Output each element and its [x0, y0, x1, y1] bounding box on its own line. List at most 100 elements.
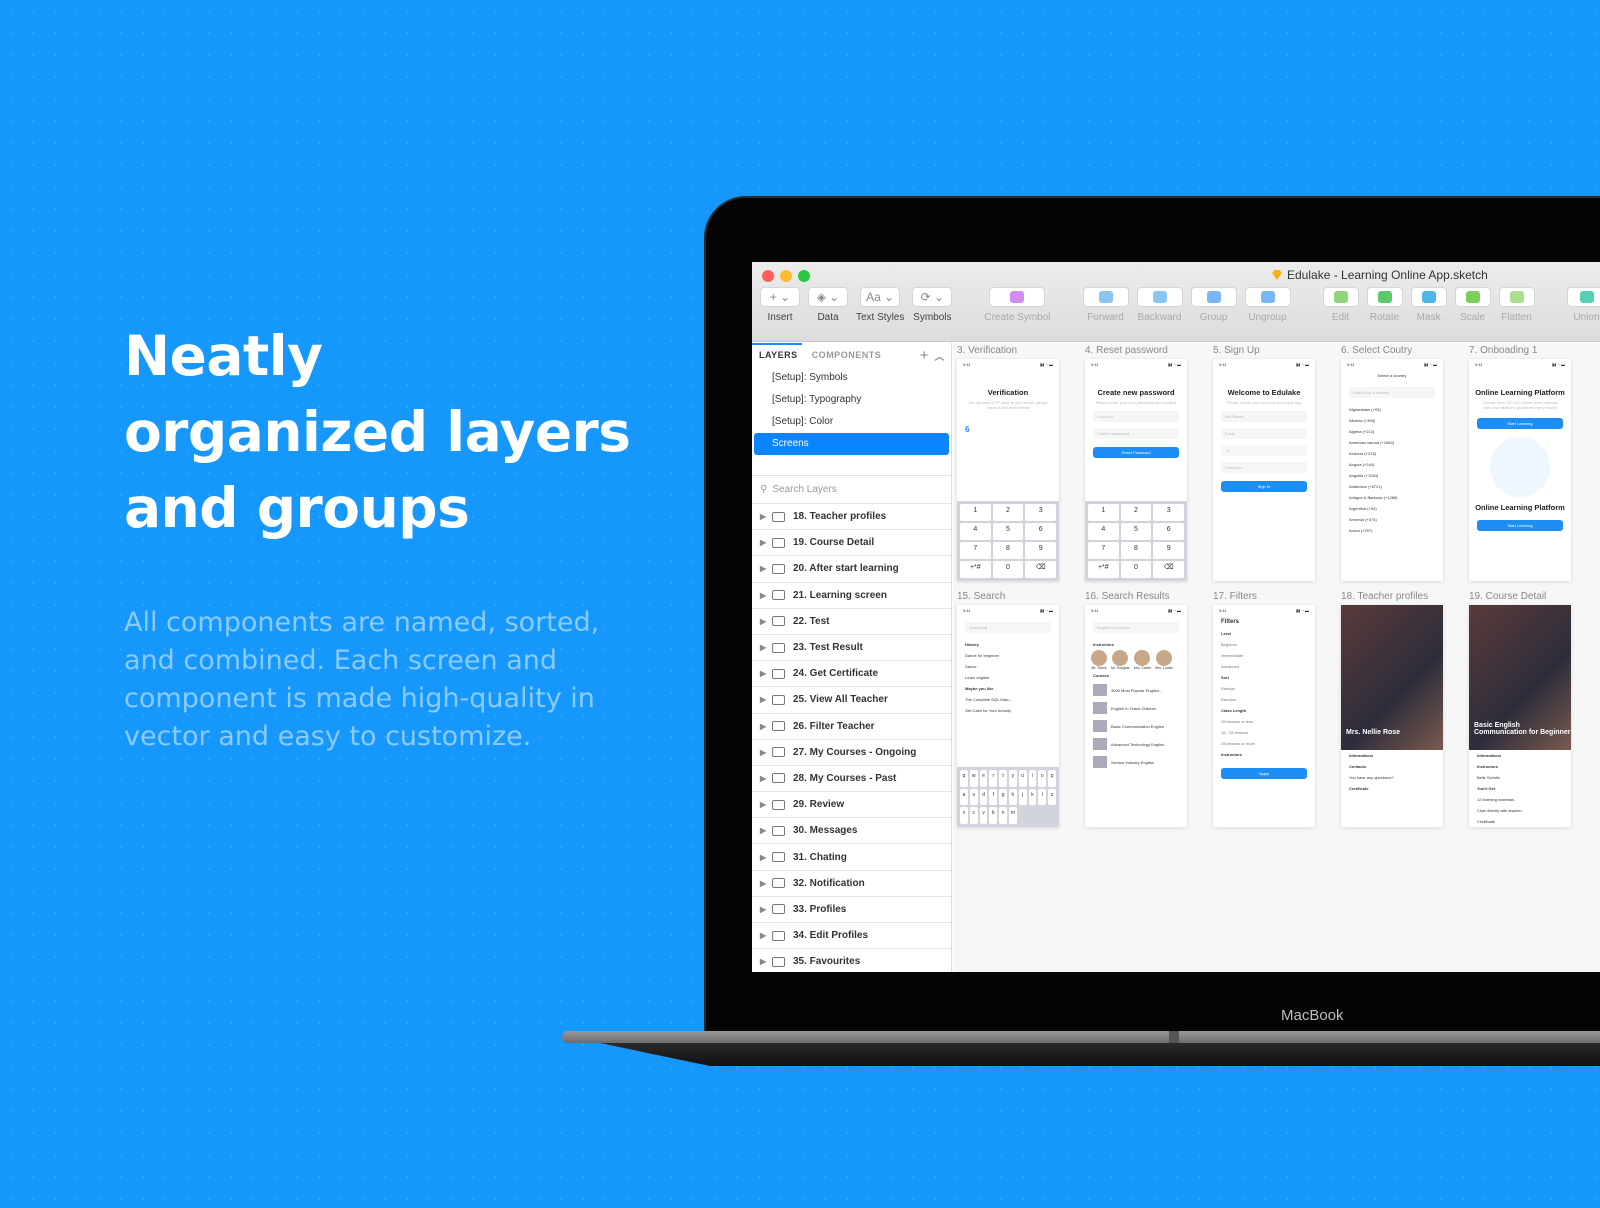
history-item[interactable]: Dance for beginner	[957, 650, 1059, 661]
keyboard-key[interactable]: y	[1009, 770, 1017, 787]
keyboard-key[interactable]: r	[989, 770, 998, 787]
keypad-key[interactable]: 0	[1120, 561, 1152, 578]
keyboard-key[interactable]: b	[989, 807, 998, 824]
layer-row[interactable]: ▶ 18. Teacher profiles	[752, 504, 951, 531]
filter-option[interactable]: 15 lessons or less	[1213, 716, 1315, 727]
keypad-key[interactable]: 2	[992, 504, 1024, 521]
course-item[interactable]: English to Teach Children	[1085, 699, 1187, 717]
keypad-key[interactable]: 3	[1153, 504, 1184, 521]
keypad-key[interactable]: 4	[960, 523, 991, 540]
artboard-title[interactable]: 19. Course Detail	[1469, 591, 1571, 605]
artboard-title[interactable]: 7. Onboading 1	[1469, 345, 1571, 359]
keypad-key[interactable]: 8	[992, 542, 1024, 559]
keypad-key[interactable]: 5	[992, 523, 1024, 540]
keyboard-key[interactable]: v	[979, 807, 988, 824]
country-item[interactable]: American samoa (+1684)	[1341, 437, 1443, 448]
keyboard-key[interactable]: m	[1009, 807, 1017, 824]
keyboard-key[interactable]: p	[1048, 770, 1056, 787]
filter-option[interactable]: 25 lessons or more	[1213, 738, 1315, 749]
keypad-key[interactable]: 4	[1088, 523, 1119, 540]
disclosure-triangle-icon[interactable]: ▶	[760, 512, 772, 521]
disclosure-triangle-icon[interactable]: ▶	[760, 748, 772, 757]
instructor-avatar[interactable]: Mrs. Lucille	[1155, 650, 1173, 670]
layer-row[interactable]: ▶ 27. My Courses - Ongoing	[752, 740, 951, 766]
toolbar-mask-button[interactable]: Mask	[1410, 287, 1447, 323]
search-layers-input[interactable]: ⚲ Search Layers	[752, 475, 951, 503]
keypad-key[interactable]: 6	[1025, 523, 1056, 540]
layer-row[interactable]: ▶ 35. Favourites	[752, 949, 951, 972]
layer-row[interactable]: ▶ 29. Review	[752, 792, 951, 819]
artboard-title[interactable]: 17. Filters	[1213, 591, 1315, 605]
filter-option[interactable]: 15 - 25 lessons	[1213, 727, 1315, 738]
keypad-key[interactable]: ⌫	[1025, 561, 1056, 578]
disclosure-triangle-icon[interactable]: ▶	[760, 643, 772, 652]
layer-row[interactable]: ▶ 32. Notification	[752, 871, 951, 897]
instructor-avatar[interactable]: Mr. Douglas	[1111, 650, 1130, 670]
disclosure-triangle-icon[interactable]: ▶	[760, 800, 772, 809]
filter-option[interactable]: Beginner	[1213, 639, 1315, 650]
country-item[interactable]: Armenia (+374)	[1341, 514, 1443, 525]
layer-row[interactable]: ▶ 33. Profiles	[752, 897, 951, 923]
country-item[interactable]: Albania (+355)	[1341, 415, 1443, 426]
disclosure-triangle-icon[interactable]: ▶	[760, 774, 772, 783]
disclosure-triangle-icon[interactable]: ▶	[760, 722, 772, 731]
zoom-window-button[interactable]	[798, 270, 810, 282]
artboard[interactable]: 18. Teacher profiles Mrs. Nellie Rose Info…	[1341, 591, 1443, 827]
keypad-key[interactable]: 1	[1088, 504, 1119, 521]
artboard[interactable]: 7. Onboading 1 9:41 ▮▮ ◔ ▬ Online Learning …	[1469, 345, 1571, 581]
tab-layers[interactable]: LAYERS	[759, 350, 798, 360]
primary-button[interactable]: Sign In	[1221, 481, 1307, 492]
course-item[interactable]: The Complete SQL Data...	[957, 694, 1059, 705]
keyboard-key[interactable]: j	[1018, 788, 1027, 806]
country-item[interactable]: Antarctica (+6721)	[1341, 481, 1443, 492]
filter-option[interactable]: Advanced	[1213, 661, 1315, 672]
disclosure-triangle-icon[interactable]: ▶	[760, 695, 772, 704]
toolbar-insert-button[interactable]: + ⌄ Insert	[760, 287, 800, 323]
keyboard-key[interactable]: t	[999, 770, 1007, 787]
keyboard-key[interactable]: w	[969, 770, 978, 787]
artboard[interactable]: 17. Filters 9:41 ▮▮ ◔ ▬ Filters Level Beginne…	[1213, 591, 1315, 827]
keypad-key[interactable]: 1	[960, 504, 991, 521]
keypad-key[interactable]: +*#	[960, 561, 991, 578]
layer-row[interactable]: ▶ 28. My Courses - Past	[752, 766, 951, 793]
keypad-key[interactable]: 6	[1153, 523, 1184, 540]
question-prompt[interactable]: You have any questions?	[1341, 772, 1443, 783]
artboard-title[interactable]: 4. Reset password	[1085, 345, 1187, 359]
primary-button[interactable]: Start Learning	[1477, 418, 1563, 429]
start-learning-button[interactable]: Start Learning	[1477, 520, 1563, 531]
country-item[interactable]: Afghanistan (+93)	[1341, 404, 1443, 415]
disclosure-triangle-icon[interactable]: ▶	[760, 879, 772, 888]
disclosure-triangle-icon[interactable]: ▶	[760, 591, 772, 600]
keypad-key[interactable]: 3	[1025, 504, 1056, 521]
page-item-selected[interactable]: Screens	[754, 433, 949, 455]
toolbar-scale-button[interactable]: Scale	[1454, 287, 1491, 323]
artboard[interactable]: 16. Search Results 9:41 ▮▮ ◔ ▬ English for …	[1085, 591, 1187, 827]
disclosure-triangle-icon[interactable]: ▶	[760, 931, 772, 940]
keyboard-key[interactable]: x	[960, 807, 968, 824]
keyboard-key[interactable]: d	[979, 788, 988, 806]
disclosure-triangle-icon[interactable]: ▶	[760, 564, 772, 573]
toolbar-rotate-button[interactable]: Rotate	[1366, 287, 1403, 323]
layer-row[interactable]: ▶ 25. View All Teacher	[752, 687, 951, 714]
keyboard-key[interactable]: g	[999, 788, 1007, 806]
toolbar-backward-button[interactable]: Backward	[1136, 287, 1183, 323]
collapse-pages-icon[interactable]: ︿	[935, 348, 946, 363]
form-field[interactable]: +1	[1221, 445, 1307, 456]
tab-components[interactable]: COMPONENTS	[812, 350, 882, 360]
page-item[interactable]: [Setup]: Typography	[752, 389, 951, 411]
apply-button[interactable]: Apply	[1221, 768, 1307, 779]
filter-option[interactable]: Intermediate	[1213, 650, 1315, 661]
form-field[interactable]: Password	[1221, 462, 1307, 473]
artboard[interactable]: 19. Course Detail Basic English Communica…	[1469, 591, 1571, 827]
filter-option[interactable]: Random	[1213, 694, 1315, 705]
toolbar-forward-button[interactable]: Forward	[1082, 287, 1129, 323]
layer-row[interactable]: ▶ 21. Learning screen	[752, 583, 951, 609]
keypad-key[interactable]: 7	[960, 542, 991, 559]
keyboard-key[interactable]: s	[969, 788, 978, 806]
page-item[interactable]: [Setup]: Color	[752, 411, 951, 433]
layer-row[interactable]: ▶ 26. Filter Teacher	[752, 714, 951, 740]
keyboard-key[interactable]: i	[1028, 770, 1037, 787]
keypad-key[interactable]: 9	[1025, 542, 1056, 559]
form-field[interactable]: Ida Owens	[1221, 411, 1307, 422]
country-search[interactable]: Search for a country	[1349, 387, 1435, 398]
